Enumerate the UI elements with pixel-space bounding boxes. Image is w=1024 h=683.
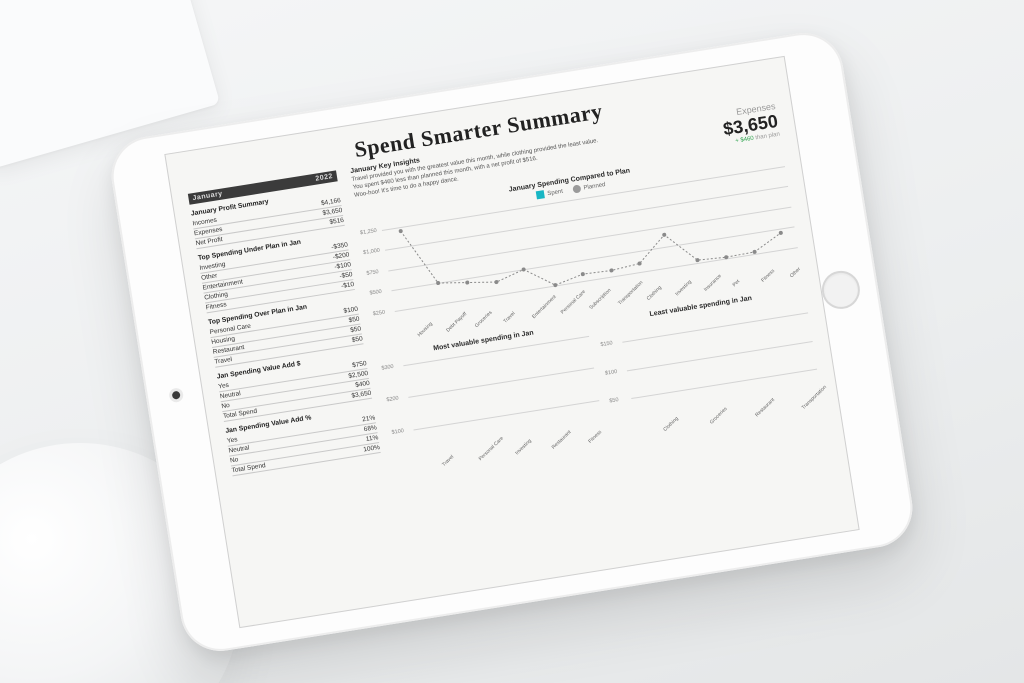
period-year: 2022: [315, 173, 333, 183]
scene: Spend Smarter Summary January 2022 Janua…: [0, 0, 1024, 683]
main-panel: January Key Insights Travel provided you…: [350, 100, 841, 588]
least-valuable-chart: Least valuable spending in Jan $150$100$…: [596, 284, 841, 554]
legend-swatch-planned: [572, 184, 581, 193]
legend-swatch-spent: [536, 190, 545, 199]
dashboard: Spend Smarter Summary January 2022 Janua…: [165, 56, 858, 626]
period-month: January: [192, 190, 223, 202]
home-button[interactable]: [819, 268, 862, 311]
tablet-screen: Spend Smarter Summary January 2022 Janua…: [164, 55, 859, 627]
tablet-camera: [172, 390, 181, 399]
expenses-metric: Expenses $3,650 + $460 than plan: [720, 100, 780, 145]
tablet: Spend Smarter Summary January 2022 Janua…: [106, 27, 918, 656]
most-valuable-chart: Most valuable spending in Jan $300$200$1…: [379, 319, 624, 589]
